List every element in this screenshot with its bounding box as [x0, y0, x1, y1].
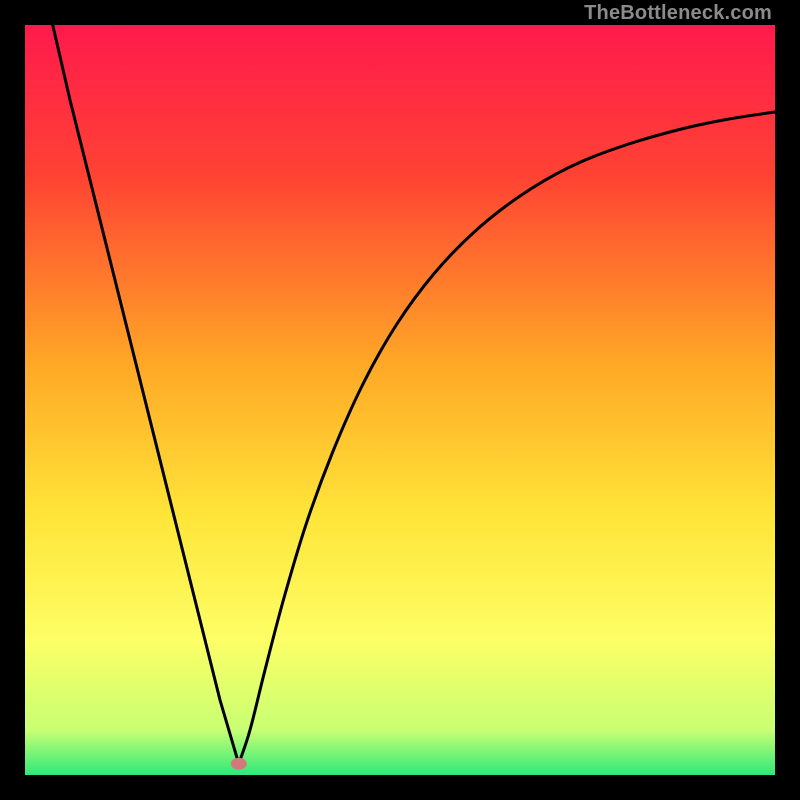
chart-frame: [25, 25, 775, 775]
gradient-background: [25, 25, 775, 775]
watermark-text: TheBottleneck.com: [584, 2, 772, 25]
minimum-marker: [231, 758, 247, 770]
chart-plot: [25, 25, 775, 775]
